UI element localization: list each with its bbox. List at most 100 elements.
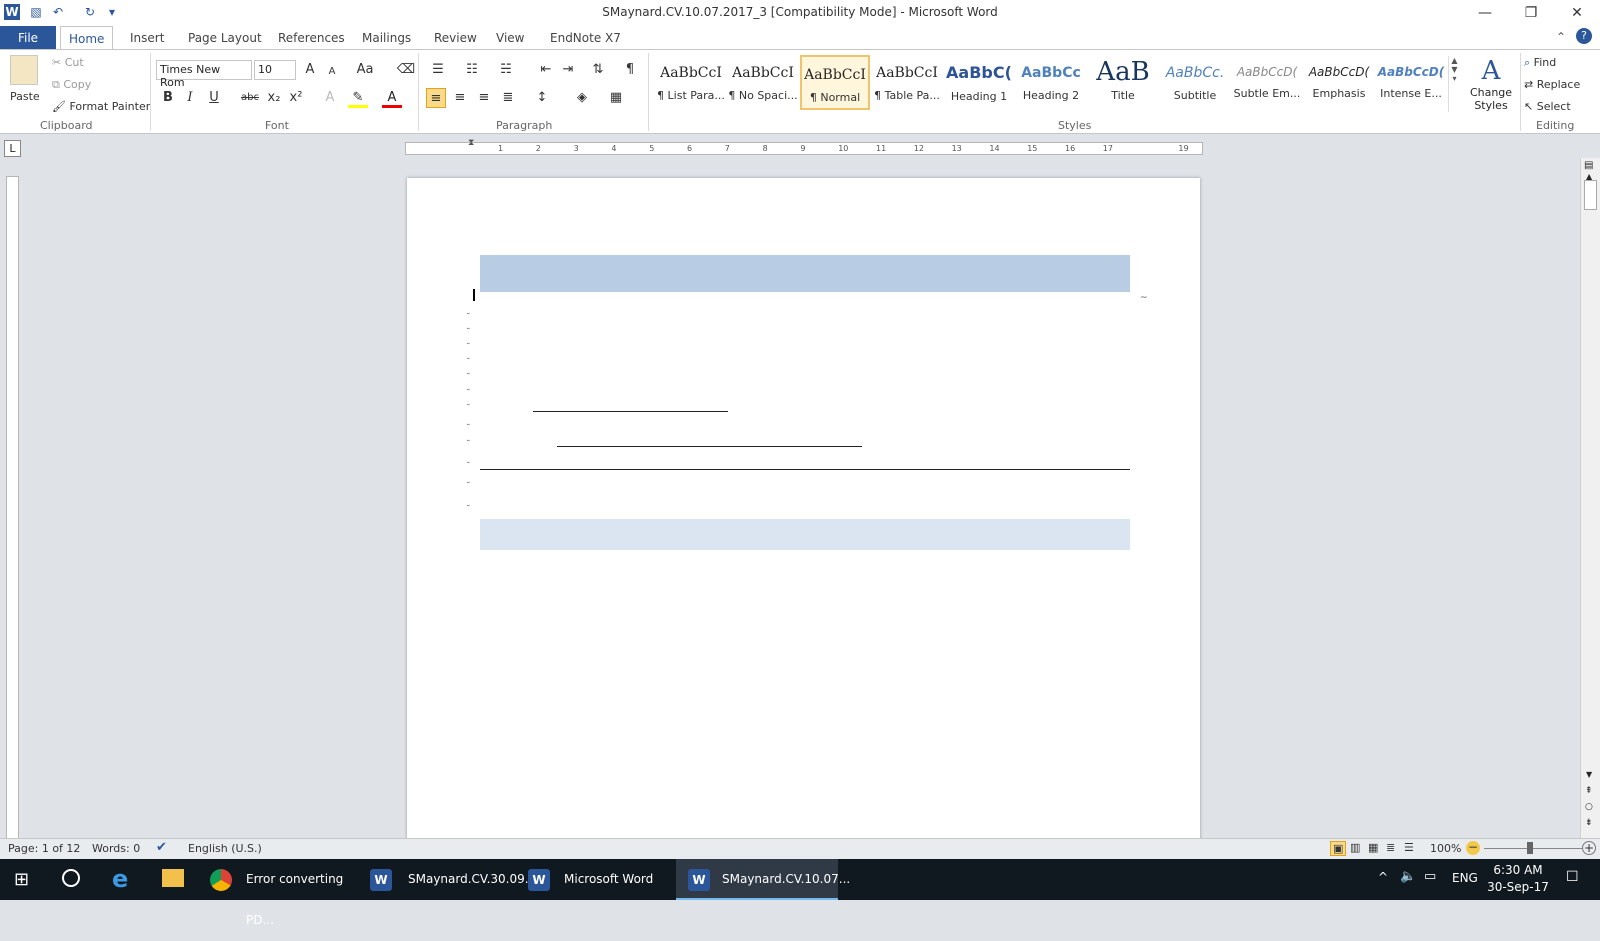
style-no-spacing[interactable]: AaBbCcI ¶ No Spaci... xyxy=(728,55,798,110)
file-explorer-icon[interactable] xyxy=(162,869,184,887)
replace-button[interactable]: ⇄ Replace xyxy=(1524,78,1580,91)
style-normal[interactable]: AaBbCcI ¶ Normal xyxy=(800,55,870,110)
style-intense-emphasis[interactable]: AaBbCcD(Intense E... xyxy=(1376,55,1446,110)
zoom-slider-thumb[interactable] xyxy=(1527,842,1533,854)
find-button[interactable]: ⌕ Find xyxy=(1524,56,1556,70)
change-styles-button[interactable]: A Change Styles xyxy=(1468,56,1514,112)
increase-indent-icon[interactable]: ⇥ xyxy=(558,60,578,80)
draft-view-icon[interactable]: ☰ xyxy=(1404,841,1414,854)
proofing-icon[interactable]: ✔ xyxy=(156,840,167,855)
tab-page-layout[interactable]: Page Layout xyxy=(180,26,270,50)
justify-button[interactable]: ≣ xyxy=(498,88,518,108)
style-emphasis[interactable]: AaBbCcD(Emphasis xyxy=(1304,55,1374,110)
multilevel-list-icon[interactable]: ☵ xyxy=(496,60,516,80)
underline-button[interactable]: U xyxy=(204,88,224,108)
language-indicator[interactable]: English (U.S.) xyxy=(188,842,262,855)
zoom-out-icon[interactable]: − xyxy=(1466,841,1480,855)
font-size-dropdown[interactable]: 10 xyxy=(254,60,296,80)
style-list-paragraph[interactable]: AaBbCcI ¶ List Para... xyxy=(656,55,726,110)
bold-button[interactable]: B xyxy=(158,88,178,108)
previous-page-icon[interactable]: ⇞ xyxy=(1585,786,1593,796)
word-count[interactable]: Words: 0 xyxy=(92,842,140,855)
vertical-scrollbar[interactable]: ▤ ▲ ▼ ⇞ ○ ⇟ xyxy=(1580,158,1600,840)
style-subtle-emphasis[interactable]: AaBbCcD(Subtle Em... xyxy=(1232,55,1302,110)
collapse-ribbon-icon[interactable]: ⌃ xyxy=(1556,30,1566,44)
outline-view-icon[interactable]: ≣ xyxy=(1386,841,1395,854)
action-center-icon[interactable]: ☐ xyxy=(1566,869,1579,885)
superscript-button[interactable]: x² xyxy=(286,88,306,108)
indent-marker-icon[interactable]: ⧗ xyxy=(468,138,474,148)
tab-view[interactable]: View xyxy=(488,26,532,50)
highlight-color-icon[interactable]: ✎ xyxy=(348,88,368,108)
next-page-icon[interactable]: ⇟ xyxy=(1585,818,1593,828)
cut-button[interactable]: ✂ Cut xyxy=(52,56,84,69)
minimize-button[interactable]: — xyxy=(1462,0,1508,26)
page-count[interactable]: Page: 1 of 12 xyxy=(8,842,80,855)
taskbar-item-word-doc-1[interactable]: W SMaynard.CV.30.09.... xyxy=(362,859,540,900)
paste-button[interactable]: Paste xyxy=(10,90,40,103)
scroll-thumb[interactable] xyxy=(1584,180,1597,210)
web-layout-icon[interactable]: ▦ xyxy=(1368,841,1378,854)
tab-references[interactable]: References xyxy=(270,26,353,50)
zoom-level[interactable]: 100% xyxy=(1430,842,1461,855)
clock[interactable]: 6:30 AM 30-Sep-17 xyxy=(1478,862,1558,896)
taskbar-item-word-app[interactable]: W Microsoft Word xyxy=(518,859,674,900)
format-painter-button[interactable]: 🖌 Format Painter xyxy=(52,100,150,113)
font-name-dropdown[interactable]: Times New Rom xyxy=(156,60,252,89)
copy-button[interactable]: ⧉ Copy xyxy=(52,78,91,92)
search-icon[interactable] xyxy=(62,869,80,887)
font-color-icon[interactable]: A xyxy=(382,88,402,108)
tab-file[interactable]: File xyxy=(0,26,56,50)
align-right-button[interactable]: ≡ xyxy=(474,88,494,108)
horizontal-ruler[interactable]: 1 2 3 4 5 6 7 8 9 10 11 12 13 14 15 16 17 19 xyxy=(405,142,1203,155)
change-case-icon[interactable]: Aa xyxy=(352,60,378,80)
zoom-slider[interactable] xyxy=(1484,848,1582,849)
align-left-button[interactable]: ≡ xyxy=(426,88,446,108)
windows-start-icon[interactable]: ⊞ xyxy=(14,869,29,890)
help-icon[interactable]: ? xyxy=(1576,28,1592,44)
strikethrough-button[interactable]: abc xyxy=(238,88,262,108)
subscript-button[interactable]: x₂ xyxy=(264,88,284,108)
shading-icon[interactable]: ◈ xyxy=(572,88,592,108)
zoom-in-icon[interactable]: + xyxy=(1582,841,1596,855)
vertical-ruler[interactable] xyxy=(6,176,19,840)
italic-button[interactable]: I xyxy=(180,88,200,108)
sort-icon[interactable]: ⇅ xyxy=(588,60,608,80)
show-formatting-icon[interactable]: ¶ xyxy=(620,60,640,80)
full-screen-reading-icon[interactable]: ▥ xyxy=(1350,841,1360,854)
clear-formatting-icon[interactable]: ⌫ xyxy=(396,60,416,80)
paste-icon[interactable] xyxy=(10,55,38,85)
close-button[interactable]: ✕ xyxy=(1554,0,1600,26)
style-heading-2[interactable]: AaBbCc Heading 2 xyxy=(1016,55,1086,110)
style-table-paragraph[interactable]: AaBbCcI ¶ Table Pa... xyxy=(872,55,942,110)
text-effects-icon[interactable]: A xyxy=(320,88,340,108)
show-hidden-icons-icon[interactable]: ^ xyxy=(1378,870,1388,884)
network-icon[interactable]: ▭ xyxy=(1424,869,1436,884)
borders-icon[interactable]: ▦ xyxy=(606,88,626,108)
browse-object-icon[interactable]: ○ xyxy=(1585,802,1593,812)
style-subtitle[interactable]: AaBbCc. Subtitle xyxy=(1160,55,1230,110)
shrink-font-icon[interactable]: A xyxy=(322,62,342,82)
select-button[interactable]: ↖ Select xyxy=(1524,100,1571,113)
tab-mailings[interactable]: Mailings xyxy=(354,26,419,50)
style-title[interactable]: AaB Title xyxy=(1088,55,1158,110)
grow-font-icon[interactable]: A xyxy=(300,60,320,80)
bullets-icon[interactable]: ☰ xyxy=(428,60,448,80)
view-ruler-icon[interactable]: ▤ xyxy=(1584,160,1593,171)
volume-icon[interactable]: 🔈 xyxy=(1400,869,1416,884)
tab-selector[interactable]: L xyxy=(4,140,21,157)
line-spacing-icon[interactable]: ↕ xyxy=(532,88,552,108)
scroll-down-icon[interactable]: ▼ xyxy=(1586,770,1592,779)
edge-icon[interactable]: e xyxy=(112,865,128,893)
tab-review[interactable]: Review xyxy=(426,26,485,50)
tab-endnote[interactable]: EndNote X7 xyxy=(542,26,629,50)
decrease-indent-icon[interactable]: ⇤ xyxy=(536,60,556,80)
restore-button[interactable]: ❐ xyxy=(1508,0,1554,26)
taskbar-item-chrome[interactable]: Error converting PD... xyxy=(200,859,362,927)
style-heading-1[interactable]: AaBbC(Heading 1 xyxy=(944,55,1014,110)
print-layout-view-icon[interactable]: ▣ xyxy=(1330,841,1347,856)
numbering-icon[interactable]: ☷ xyxy=(462,60,482,80)
input-language[interactable]: ENG xyxy=(1452,871,1478,885)
align-center-button[interactable]: ≡ xyxy=(450,88,470,108)
tab-insert[interactable]: Insert xyxy=(122,26,172,50)
